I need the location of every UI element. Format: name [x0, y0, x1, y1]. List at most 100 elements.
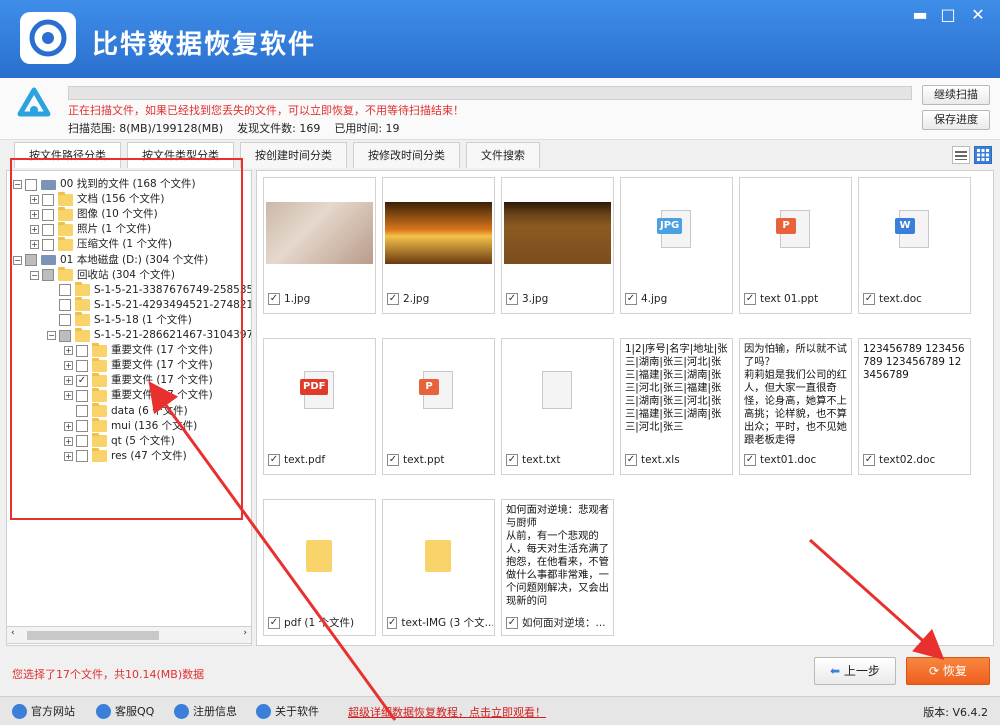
- grid-view-icon[interactable]: [974, 146, 992, 164]
- about-link[interactable]: 关于软件: [256, 703, 319, 719]
- recover-button[interactable]: ⟳ 恢复: [906, 657, 990, 685]
- file-checkbox[interactable]: ✓: [863, 293, 875, 305]
- file-card[interactable]: P ✓ text.ppt: [382, 338, 495, 475]
- file-card[interactable]: 因为怕输，所以就不试了吗？ 莉莉姐是我们公司的红人，但大家一直很奇怪，论身高，她…: [739, 338, 852, 475]
- expand-icon[interactable]: +: [64, 376, 73, 386]
- expand-icon[interactable]: +: [30, 195, 39, 205]
- file-checkbox[interactable]: ✓: [268, 616, 280, 629]
- collapse-icon[interactable]: −: [13, 180, 22, 189]
- tree-checkbox[interactable]: [25, 254, 37, 266]
- tree-node[interactable]: data (6 个文件): [64, 403, 188, 419]
- close-button[interactable]: ✕: [964, 4, 992, 26]
- tab-1[interactable]: 按文件类型分类: [127, 142, 234, 168]
- tree-node[interactable]: − 00 找到的文件 (168 个文件): [13, 177, 196, 192]
- tree-checkbox[interactable]: [76, 420, 88, 433]
- collapse-icon[interactable]: −: [30, 270, 39, 280]
- file-checkbox[interactable]: ✓: [625, 454, 637, 466]
- tree-node[interactable]: − S-1-5-21-286621467-3104397: [47, 327, 251, 343]
- file-card[interactable]: 如何面对逆境：悲观者与厨师 从前，有一个悲观的人，每天对生活充满了抱怨，在他看来…: [501, 499, 614, 636]
- tree-checkbox[interactable]: [42, 238, 54, 251]
- tree-node[interactable]: + 重要文件 (17 个文件): [64, 387, 213, 403]
- file-checkbox[interactable]: ✓: [744, 454, 756, 466]
- tab-3[interactable]: 按修改时间分类: [353, 142, 460, 168]
- tree-node[interactable]: S-1-5-21-4293494521-2748211: [47, 297, 251, 313]
- tree-node[interactable]: + 重要文件 (17 个文件): [64, 342, 213, 358]
- tree-checkbox[interactable]: [59, 299, 71, 312]
- scroll-right-icon[interactable]: ›: [243, 628, 247, 638]
- file-card[interactable]: ✓ text-IMG (3 个文...: [382, 499, 495, 636]
- register-info-link[interactable]: 注册信息: [174, 703, 237, 719]
- tree-node[interactable]: − 01 本地磁盘 (D:) (304 个文件): [13, 253, 208, 268]
- tree-node[interactable]: − 回收站 (304 个文件): [30, 267, 175, 283]
- tree-checkbox[interactable]: [59, 284, 71, 297]
- tree-node[interactable]: + 重要文件 (17 个文件): [64, 357, 213, 373]
- list-view-icon[interactable]: [952, 146, 970, 164]
- expand-icon[interactable]: +: [64, 451, 73, 461]
- minimize-button[interactable]: ▬: [906, 4, 934, 26]
- tree-checkbox[interactable]: [76, 359, 88, 372]
- file-checkbox[interactable]: ✓: [387, 454, 399, 466]
- tree-checkbox[interactable]: [76, 344, 88, 357]
- tree-horizontal-scrollbar[interactable]: ‹ ›: [6, 626, 252, 644]
- tree-node[interactable]: + mui (136 个文件): [64, 418, 197, 434]
- tree-checkbox[interactable]: [76, 450, 88, 463]
- tree-checkbox[interactable]: [76, 389, 88, 402]
- tree-checkbox[interactable]: [42, 223, 54, 236]
- file-checkbox[interactable]: ✓: [268, 293, 280, 305]
- expand-icon[interactable]: +: [64, 391, 73, 401]
- tree-checkbox[interactable]: [25, 178, 37, 191]
- file-checkbox[interactable]: ✓: [387, 616, 398, 629]
- tutorial-link[interactable]: 超级详细数据恢复教程，点击立即观看！: [348, 704, 546, 720]
- scrollbar-thumb[interactable]: [27, 631, 159, 640]
- tab-2[interactable]: 按创建时间分类: [240, 142, 347, 168]
- tree-node[interactable]: + ✓ 重要文件 (17 个文件): [64, 372, 213, 388]
- tree-node[interactable]: S-1-5-18 (1 个文件): [47, 312, 192, 328]
- support-qq-link[interactable]: 客服QQ: [96, 703, 154, 719]
- collapse-icon[interactable]: −: [47, 331, 56, 340]
- tree-checkbox[interactable]: [42, 269, 54, 282]
- tree-node[interactable]: S-1-5-21-3387676749-2585358: [47, 282, 251, 298]
- file-card[interactable]: 1|2|序号|名字|地址|张三|湖南|张三|河北|张三|福建|张三|湖南|张三|…: [620, 338, 733, 475]
- file-card[interactable]: ✓ 3.jpg: [501, 177, 614, 314]
- folder-tree[interactable]: − 00 找到的文件 (168 个文件) + 文档 (156 个文件) + 图像 (10 …: [6, 170, 252, 646]
- tree-checkbox[interactable]: [76, 435, 88, 448]
- expand-icon[interactable]: +: [30, 240, 39, 250]
- tree-node[interactable]: + 文档 (156 个文件): [30, 191, 164, 207]
- file-card[interactable]: JPG ✓ 4.jpg: [620, 177, 733, 314]
- file-checkbox[interactable]: ✓: [506, 293, 518, 305]
- expand-icon[interactable]: +: [64, 361, 73, 371]
- scroll-left-icon[interactable]: ‹: [11, 628, 15, 638]
- tab-0[interactable]: 按文件路径分类: [14, 142, 121, 168]
- expand-icon[interactable]: +: [64, 346, 73, 356]
- official-site-link[interactable]: 官方网站: [12, 703, 75, 719]
- tree-node[interactable]: + 压缩文件 (1 个文件): [30, 236, 172, 252]
- file-card[interactable]: 123456789 123456789 123456789 123456789 ✓…: [858, 338, 971, 475]
- tree-node[interactable]: + 图像 (10 个文件): [30, 206, 158, 222]
- file-card[interactable]: P ✓ text 01.ppt: [739, 177, 852, 314]
- file-checkbox[interactable]: ✓: [744, 293, 756, 305]
- file-checkbox[interactable]: ✓: [387, 293, 399, 305]
- file-card[interactable]: PDF ✓ text.pdf: [263, 338, 376, 475]
- save-progress-button[interactable]: 保存进度: [922, 110, 990, 130]
- previous-button[interactable]: ⬅ 上一步: [814, 657, 896, 685]
- file-checkbox[interactable]: ✓: [625, 293, 637, 305]
- tree-node[interactable]: + res (47 个文件): [64, 448, 187, 464]
- file-card[interactable]: ✓ pdf (1 个文件): [263, 499, 376, 636]
- tree-node[interactable]: + qt (5 个文件): [64, 433, 175, 449]
- file-card[interactable]: ✓ text.txt: [501, 338, 614, 475]
- collapse-icon[interactable]: −: [13, 255, 22, 265]
- file-card[interactable]: W ✓ text.doc: [858, 177, 971, 314]
- file-card[interactable]: ✓ 2.jpg: [382, 177, 495, 314]
- tree-checkbox[interactable]: ✓: [76, 374, 88, 387]
- tree-node[interactable]: + 照片 (1 个文件): [30, 221, 151, 237]
- continue-scan-button[interactable]: 继续扫描: [922, 85, 990, 105]
- tree-checkbox[interactable]: [76, 405, 88, 417]
- tab-4[interactable]: 文件搜索: [466, 142, 540, 168]
- tree-checkbox[interactable]: [42, 208, 54, 221]
- file-card[interactable]: ✓ 1.jpg: [263, 177, 376, 314]
- file-checkbox[interactable]: ✓: [863, 454, 875, 466]
- file-checkbox[interactable]: ✓: [268, 454, 280, 466]
- file-checkbox[interactable]: ✓: [506, 454, 518, 466]
- expand-icon[interactable]: +: [30, 225, 39, 235]
- tree-checkbox[interactable]: [59, 329, 71, 342]
